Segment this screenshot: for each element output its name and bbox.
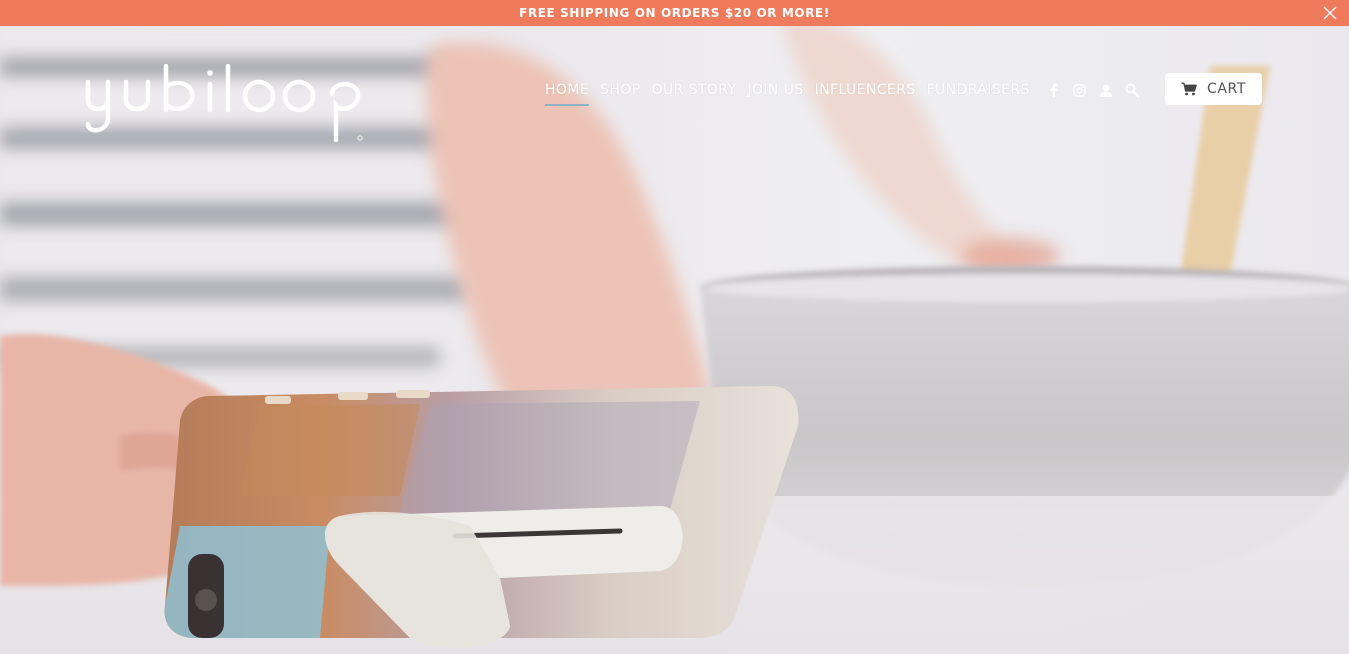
cart-label: CART: [1206, 81, 1246, 97]
hero-banner: HOME SHOP OUR STORY JOIN US INFLUENCERS …: [0, 26, 1349, 654]
cart-icon: [1181, 82, 1197, 96]
nav-join-us[interactable]: JOIN US: [747, 82, 803, 98]
nav-our-story[interactable]: OUR STORY: [652, 82, 737, 98]
cart-button[interactable]: CART: [1165, 73, 1262, 105]
instagram-icon[interactable]: [1072, 82, 1088, 98]
facebook-icon[interactable]: [1046, 82, 1062, 98]
promo-text: FREE SHIPPING ON ORDERS $20 OR MORE!: [519, 6, 830, 20]
nav-shop[interactable]: SHOP: [600, 82, 640, 98]
main-nav: HOME SHOP OUR STORY JOIN US INFLUENCERS …: [545, 78, 1145, 106]
search-icon[interactable]: [1124, 82, 1140, 98]
promo-bar: FREE SHIPPING ON ORDERS $20 OR MORE!: [0, 0, 1349, 26]
close-icon[interactable]: [1323, 6, 1337, 20]
nav-influencers[interactable]: INFLUENCERS: [815, 82, 916, 98]
account-icon[interactable]: [1098, 82, 1114, 98]
nav-fundraisers[interactable]: FUNDRAISERS: [927, 82, 1030, 98]
nav-home[interactable]: HOME: [545, 82, 590, 106]
yubiloop-logo[interactable]: [84, 64, 369, 146]
